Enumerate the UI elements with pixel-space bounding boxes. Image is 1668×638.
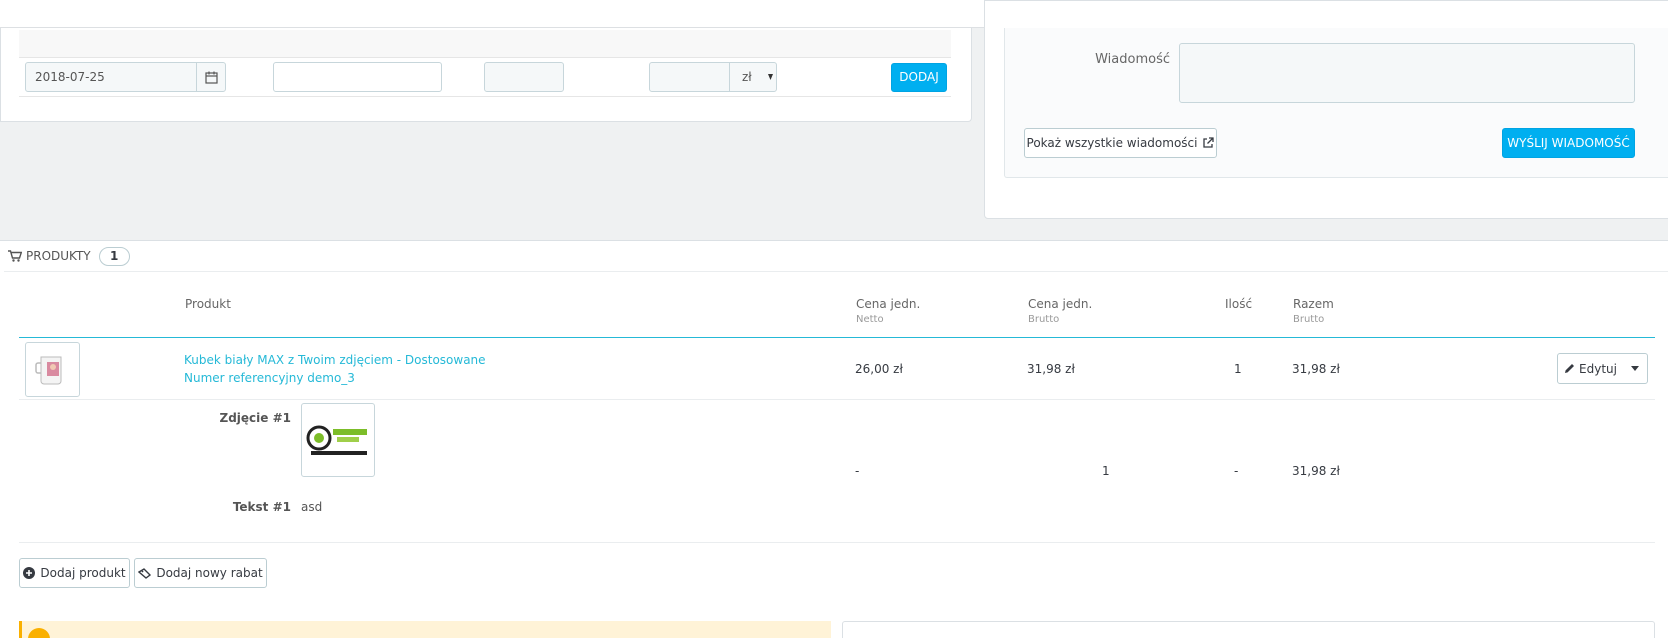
shopping-cart-icon xyxy=(8,250,22,262)
show-all-messages-button[interactable]: Pokaż wszystkie wiadomości xyxy=(1024,128,1217,158)
add-payment-button[interactable]: DODAJ xyxy=(891,63,947,92)
add-discount-button[interactable]: Dodaj nowy rabat xyxy=(134,558,267,588)
customization-unit-gross: 1 xyxy=(1102,464,1110,478)
product-total: 31,98 zł xyxy=(1292,362,1340,376)
col-header-qty: Ilość xyxy=(1225,297,1253,311)
products-count-badge: 1 xyxy=(98,246,130,266)
customization-qty: - xyxy=(1234,464,1239,478)
col-header-unit-price-gross-sub: Brutto xyxy=(1028,314,1060,325)
payment-date-input[interactable]: 2018-07-25 xyxy=(25,62,197,92)
edit-dropdown-toggle[interactable] xyxy=(1623,354,1647,383)
calendar-icon xyxy=(204,71,218,84)
edit-product-button[interactable]: Edytuj xyxy=(1558,354,1623,383)
message-label: Wiadomość xyxy=(1095,52,1170,67)
caret-down-icon xyxy=(1631,366,1639,371)
col-header-unit-price-net: Cena jedn. Netto xyxy=(856,297,920,325)
col-header-total-sub: Brutto xyxy=(1293,314,1325,325)
col-header-unit-price-net-label: Cena jedn. xyxy=(856,297,921,311)
customization-unit-net: - xyxy=(855,464,860,478)
currency-value: zł xyxy=(742,70,752,84)
product-unit-net: 26,00 zł xyxy=(855,362,903,376)
products-heading-label: PRODUKTY xyxy=(26,249,91,263)
customization-text-value: asd xyxy=(301,500,323,514)
add-product-label: Dodaj produkt xyxy=(40,566,126,580)
products-heading: PRODUKTY 1 xyxy=(8,246,130,266)
customization-image xyxy=(301,403,375,477)
payments-row-divider xyxy=(19,96,951,97)
edit-product-label: Edytuj xyxy=(1579,361,1617,376)
external-link-icon xyxy=(1203,137,1215,148)
customization-text-label: Tekst #1 xyxy=(232,500,291,514)
ticket-icon xyxy=(138,567,152,579)
add-discount-label: Dodaj nowy rabat xyxy=(156,566,263,580)
calendar-button[interactable] xyxy=(196,62,226,92)
col-header-unit-price-net-sub: Netto xyxy=(856,314,884,325)
pencil-icon xyxy=(1565,364,1575,373)
heading-divider xyxy=(4,271,1668,272)
payment-amount-input[interactable] xyxy=(649,62,730,92)
payment-method-input[interactable] xyxy=(273,62,442,92)
customization-image-label: Zdjęcie #1 xyxy=(219,411,292,425)
customization-row-divider xyxy=(19,542,1655,543)
col-header-unit-price-gross: Cena jedn. Brutto xyxy=(1028,297,1092,325)
currency-select[interactable]: zł xyxy=(729,62,777,92)
logo-image-icon xyxy=(306,425,367,455)
plus-circle-icon xyxy=(23,567,36,579)
message-textarea[interactable] xyxy=(1179,43,1635,103)
transaction-id-input[interactable] xyxy=(484,62,564,92)
col-header-total: Razem Brutto xyxy=(1293,297,1334,325)
warning-alert xyxy=(19,621,831,638)
select-caret-icon xyxy=(768,74,773,80)
product-row-divider xyxy=(19,399,1655,400)
edit-product-button-group: Edytuj xyxy=(1557,353,1648,384)
send-message-button[interactable]: WYŚLIJ WIADOMOŚĆ xyxy=(1502,128,1635,158)
product-reference: Numer referencyjny demo_3 xyxy=(184,371,355,385)
col-header-unit-price-gross-label: Cena jedn. xyxy=(1028,297,1093,311)
add-product-button[interactable]: Dodaj produkt xyxy=(19,558,130,588)
product-thumbnail xyxy=(25,342,80,397)
mug-image-icon xyxy=(34,356,61,384)
col-header-total-label: Razem xyxy=(1293,297,1334,311)
payments-table-header xyxy=(19,30,951,58)
product-name-cell: Kubek biały MAX z Twoim zdjęciem - Dosto… xyxy=(184,353,486,385)
product-qty: 1 xyxy=(1234,362,1242,376)
col-header-product: Produkt xyxy=(185,297,231,311)
product-unit-gross: 31,98 zł xyxy=(1027,362,1075,376)
customization-total: 31,98 zł xyxy=(1292,464,1340,478)
product-name-link[interactable]: Kubek biały MAX z Twoim zdjęciem - Dosto… xyxy=(184,353,486,367)
table-header-border xyxy=(19,337,1655,338)
show-all-messages-label: Pokaż wszystkie wiadomości xyxy=(1026,136,1198,150)
order-summary-box xyxy=(842,621,1655,638)
